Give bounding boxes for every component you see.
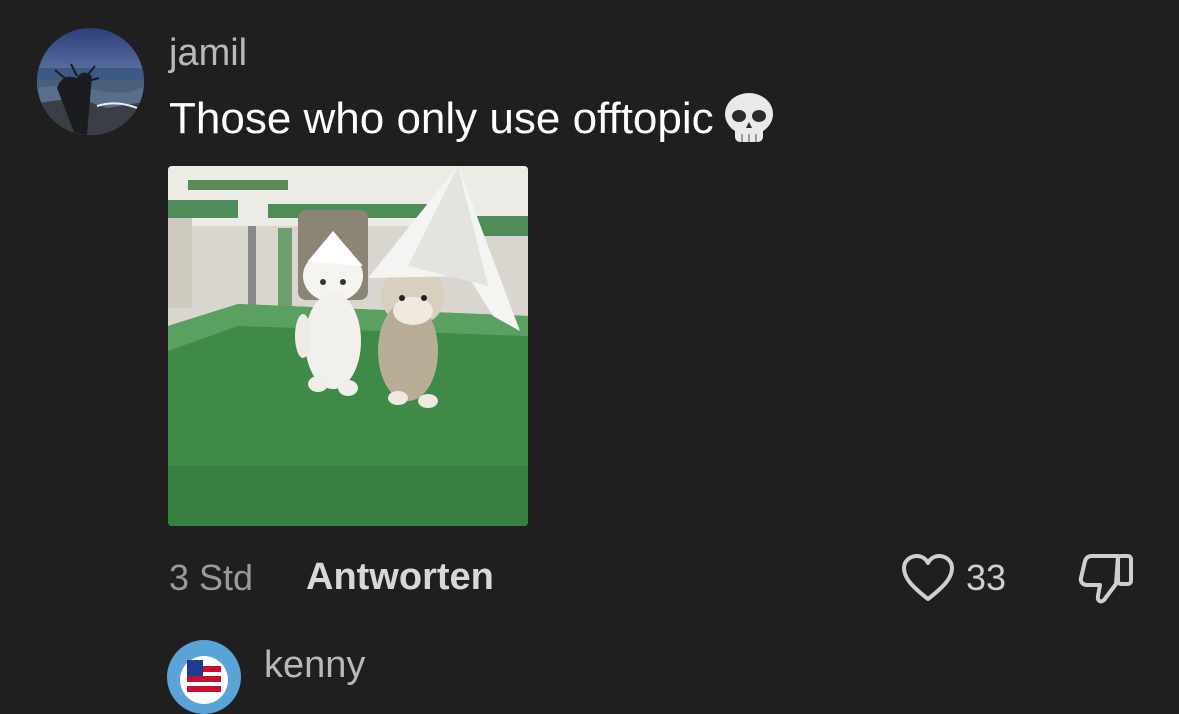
- comment-text: Those who only use offtopic: [169, 90, 778, 148]
- comment-body: Those who only use offtopic: [169, 94, 714, 143]
- heart-icon[interactable]: [900, 552, 956, 604]
- thumbs-down-icon[interactable]: [1078, 550, 1136, 606]
- comment-attachment-image[interactable]: [168, 166, 528, 526]
- comment-username[interactable]: jamil: [169, 30, 247, 76]
- reply-button[interactable]: Antworten: [306, 554, 494, 600]
- next-comment-username[interactable]: kenny: [264, 642, 365, 688]
- user-avatar[interactable]: [37, 28, 144, 135]
- like-count: 33: [966, 557, 1007, 598]
- comment-timestamp: 3 Std: [169, 557, 254, 598]
- avatar-seascape-image: [37, 28, 144, 135]
- skull-icon: [720, 90, 778, 148]
- next-user-avatar[interactable]: [167, 640, 241, 714]
